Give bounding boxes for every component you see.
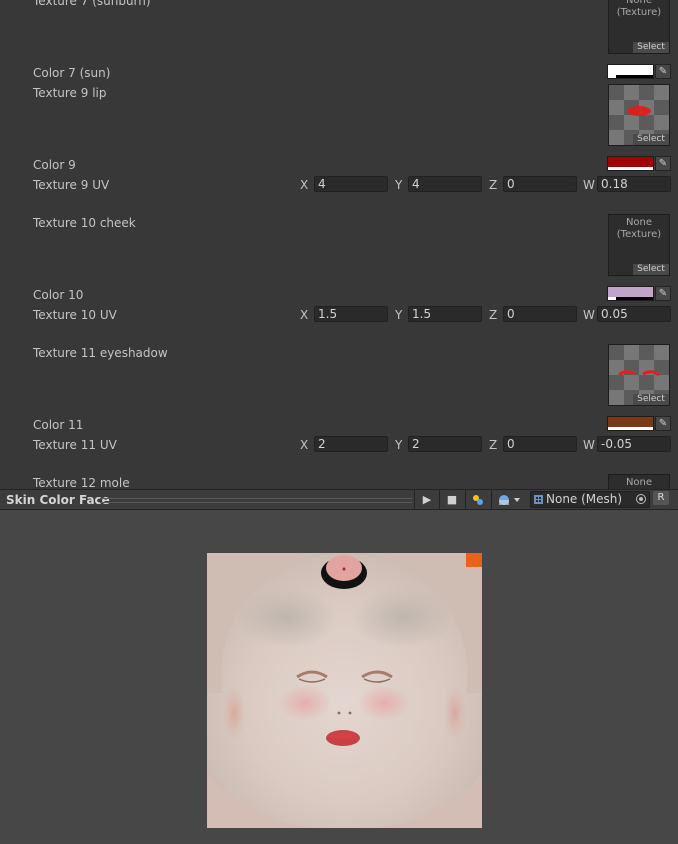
play-icon[interactable]: ▶ [414, 490, 439, 509]
texture-9-uv-z-field[interactable]: 0 [503, 176, 577, 192]
texture-9-uv-label: Texture 9 UV [33, 178, 110, 192]
color-7-swatch[interactable] [607, 64, 654, 79]
texture-7-select-button[interactable]: Select [633, 42, 669, 53]
texture-10-none: None (Texture) [616, 217, 662, 240]
stop-icon[interactable]: ■ [439, 490, 464, 509]
drag-grip[interactable] [100, 498, 412, 503]
reset-button[interactable]: R [653, 491, 669, 505]
texture-10-label: Texture 10 cheek [33, 216, 136, 230]
target-picker-icon[interactable] [636, 494, 646, 504]
color-10-label: Color 10 [33, 288, 84, 302]
texture-7-label: Texture 7 (sunburn) [33, 0, 151, 8]
x-label: X [300, 308, 309, 322]
preview-title: Skin Color Face [6, 493, 110, 507]
texture-9-slot[interactable]: Select [608, 84, 670, 146]
texture-7-none: None (Texture) [616, 0, 662, 18]
texture-7-slot[interactable]: None (Texture) Select [608, 0, 670, 54]
texture-11-uv-x-field[interactable]: 2 [314, 436, 388, 452]
texture-11-uv-label: Texture 11 UV [33, 438, 117, 452]
texture-9-label: Texture 9 lip [33, 86, 107, 100]
texture-10-uv-w-field[interactable]: 0.05 [597, 306, 671, 322]
texture-10-select-button[interactable]: Select [633, 264, 669, 275]
eyedropper-icon[interactable]: ✎ [655, 416, 671, 431]
mesh-object-field[interactable]: None (Mesh) [530, 491, 650, 508]
texture-9-uv-x-field[interactable]: 4 [314, 176, 388, 192]
z-label: Z [489, 308, 498, 322]
eyedropper-icon[interactable]: ✎ [655, 286, 671, 301]
texture-11-slot[interactable]: Select [608, 344, 670, 406]
z-label: Z [489, 438, 498, 452]
x-label: X [300, 178, 309, 192]
w-label: W [583, 178, 595, 192]
y-label: Y [395, 308, 403, 322]
texture-9-uv-w-field[interactable]: 0.18 [597, 176, 671, 192]
z-label: Z [489, 178, 498, 192]
color-11-swatch[interactable] [607, 416, 654, 431]
color-11-label: Color 11 [33, 418, 84, 432]
texture-10-slot[interactable]: None (Texture) Select [608, 214, 670, 276]
y-label: Y [395, 178, 403, 192]
color-9-swatch[interactable] [607, 156, 654, 171]
texture-12-slot[interactable]: None [608, 474, 670, 489]
texture-12-none: None [625, 477, 653, 488]
material-inspector: Texture 7 (sunburn) None (Texture) Selec… [0, 0, 678, 489]
texture-11-label: Texture 11 eyeshadow [33, 346, 168, 360]
texture-11-select-button[interactable]: Select [633, 394, 669, 405]
preview-shape-dropdown[interactable] [491, 490, 528, 509]
color-10-swatch[interactable] [607, 286, 654, 301]
x-label: X [300, 438, 309, 452]
eyedropper-icon[interactable]: ✎ [655, 64, 671, 79]
mesh-icon [534, 495, 543, 504]
texture-11-uv-z-field[interactable]: 0 [503, 436, 577, 452]
texture-10-uv-label: Texture 10 UV [33, 308, 117, 322]
y-label: Y [395, 438, 403, 452]
texture-9-uv-y-field[interactable]: 4 [408, 176, 482, 192]
preview-toolbar: Skin Color Face ▶ ■ None (Mesh) R [0, 489, 678, 510]
texture-10-uv-z-field[interactable]: 0 [503, 306, 577, 322]
face-texture-preview [207, 553, 482, 828]
material-preview[interactable] [0, 510, 678, 844]
w-label: W [583, 438, 595, 452]
color-9-label: Color 9 [33, 158, 76, 172]
eyedropper-icon[interactable]: ✎ [655, 156, 671, 171]
color-7-label: Color 7 (sun) [33, 66, 111, 80]
lighting-icon[interactable] [465, 490, 490, 509]
w-label: W [583, 308, 595, 322]
texture-9-select-button[interactable]: Select [633, 134, 669, 145]
texture-10-uv-x-field[interactable]: 1.5 [314, 306, 388, 322]
mesh-value: None (Mesh) [546, 492, 623, 506]
texture-11-uv-y-field[interactable]: 2 [408, 436, 482, 452]
texture-11-uv-w-field[interactable]: -0.05 [597, 436, 671, 452]
texture-12-label: Texture 12 mole [33, 476, 130, 489]
texture-10-uv-y-field[interactable]: 1.5 [408, 306, 482, 322]
